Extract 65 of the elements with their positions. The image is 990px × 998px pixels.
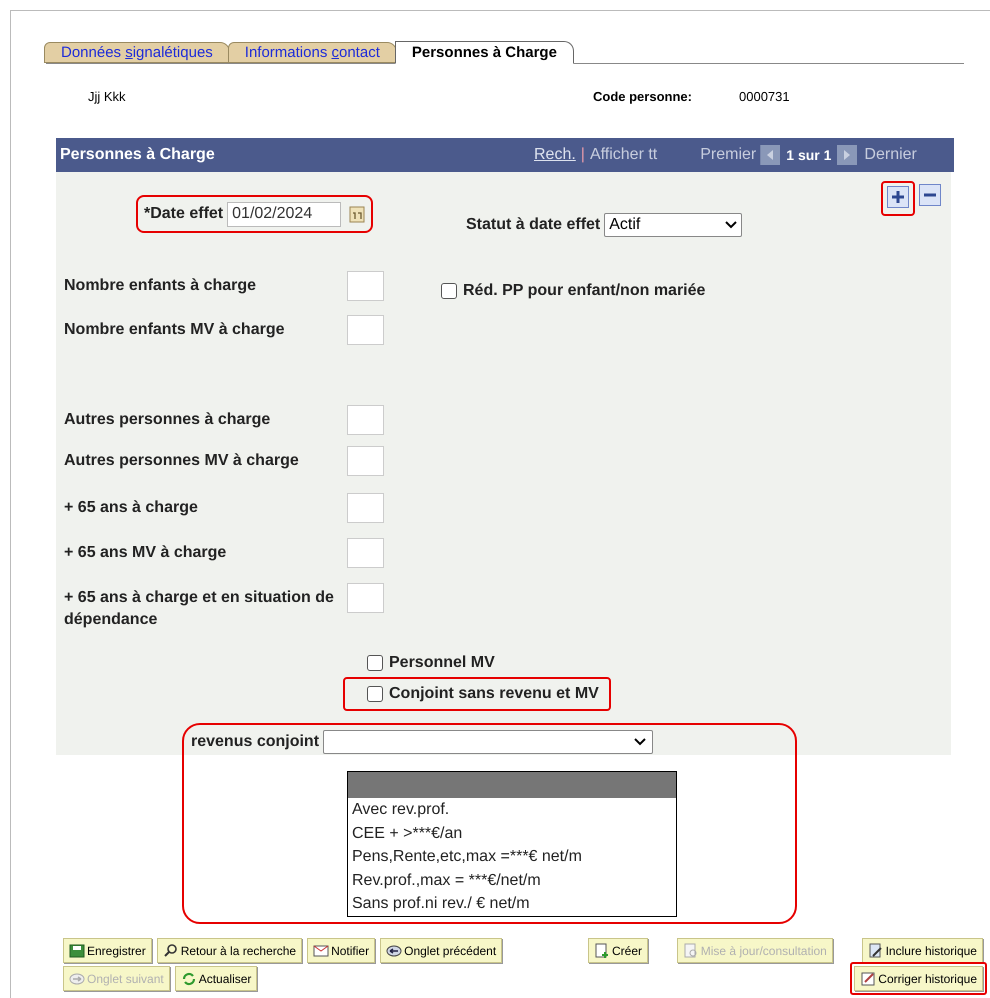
field-label: Autres personnes MV à charge xyxy=(64,451,300,471)
refresh-icon xyxy=(180,970,197,986)
plus-icon xyxy=(891,190,905,204)
pencil-icon xyxy=(860,970,876,986)
checkbox[interactable] xyxy=(441,283,457,299)
show-all-link[interactable]: Afficher tt xyxy=(590,143,658,167)
tab[interactable]: Informations contact xyxy=(228,42,397,63)
toolbar-button[interactable]: Enregistrer xyxy=(63,938,152,963)
status-dropdown[interactable]: Actif xyxy=(604,213,742,237)
number-field[interactable] xyxy=(347,538,384,568)
field-label: Nombre enfants à charge xyxy=(64,276,258,296)
checkbox-label: Réd. PP pour enfant/non mariée xyxy=(463,281,706,301)
income-dropdown[interactable] xyxy=(323,730,654,754)
toolbar-button[interactable]: Corriger historique xyxy=(854,966,983,991)
toolbar-button[interactable]: Notifier xyxy=(307,938,376,963)
date-field[interactable]: 01/02/2024 xyxy=(227,202,342,226)
field-label: + 65 ans MV à charge xyxy=(64,543,228,563)
calendar-icon[interactable] xyxy=(349,205,366,223)
chevron-down-icon xyxy=(725,221,738,229)
number-field[interactable] xyxy=(347,315,384,345)
document-icon xyxy=(682,942,699,958)
dropdown-option[interactable]: Rev.prof.,max = ***€/net/m xyxy=(348,868,676,892)
toolbar-button[interactable]: Créer xyxy=(588,938,648,963)
delete-row-button[interactable] xyxy=(919,184,941,206)
toolbar-button[interactable]: Actualiser xyxy=(174,966,258,991)
number-field[interactable] xyxy=(347,493,384,523)
field-label: Statut à date effet xyxy=(466,215,600,235)
field-label: Code personne: xyxy=(593,88,693,106)
field-label: + 65 ans à charge xyxy=(64,498,199,518)
field-label: Nombre enfants MV à charge xyxy=(64,320,286,340)
panel-title: Personnes à Charge xyxy=(60,145,216,165)
last-label: Dernier xyxy=(864,145,917,165)
number-field[interactable] xyxy=(347,405,384,435)
toolbar-button[interactable]: Onglet précédent xyxy=(380,938,502,963)
search-link[interactable]: Rech. xyxy=(534,143,576,167)
envelope-icon xyxy=(313,942,330,958)
number-field[interactable] xyxy=(347,583,384,613)
field-label: *Date effet xyxy=(144,204,224,224)
number-field[interactable] xyxy=(347,446,384,476)
separator: | xyxy=(580,145,585,165)
checkbox[interactable] xyxy=(367,686,383,702)
checkbox-label: Conjoint sans revenu et MV xyxy=(389,684,599,704)
checkbox-label: Personnel MV xyxy=(389,653,495,673)
field-label: Autres personnes à charge xyxy=(64,410,272,430)
toolbar-button[interactable]: Inclure historique xyxy=(862,938,983,963)
chevron-down-icon xyxy=(634,738,646,746)
tab[interactable]: Personnes à Charge xyxy=(394,41,574,64)
tab[interactable]: Données signalétiques xyxy=(44,42,230,63)
person-name: Jjj Kkk xyxy=(88,88,127,106)
document-plus-icon xyxy=(594,942,610,958)
pencil-document-icon xyxy=(868,942,884,958)
checkbox[interactable] xyxy=(367,655,383,671)
magnifier-icon xyxy=(162,942,179,958)
dropdown-option[interactable]: Pens,Rente,etc,max =***€ net/m xyxy=(348,845,676,868)
dropdown-option[interactable]: CEE + >***€/an xyxy=(348,822,676,845)
dropdown-option[interactable]: Sans prof.ni rev./ € net/m xyxy=(348,892,676,916)
first-label: Premier xyxy=(700,145,756,165)
number-field[interactable] xyxy=(347,271,384,301)
record-count: 1 sur 1 xyxy=(786,146,832,164)
field-label: + 65 ans à charge et en situation de dépendance xyxy=(64,588,335,630)
toolbar-button[interactable]: Retour à la recherche xyxy=(156,938,302,963)
add-row-button[interactable] xyxy=(887,186,909,208)
dropdown-option[interactable]: Avec rev.prof. xyxy=(348,798,676,822)
field-value: 0000731 xyxy=(739,88,790,106)
field-label: revenus conjoint xyxy=(191,732,320,752)
